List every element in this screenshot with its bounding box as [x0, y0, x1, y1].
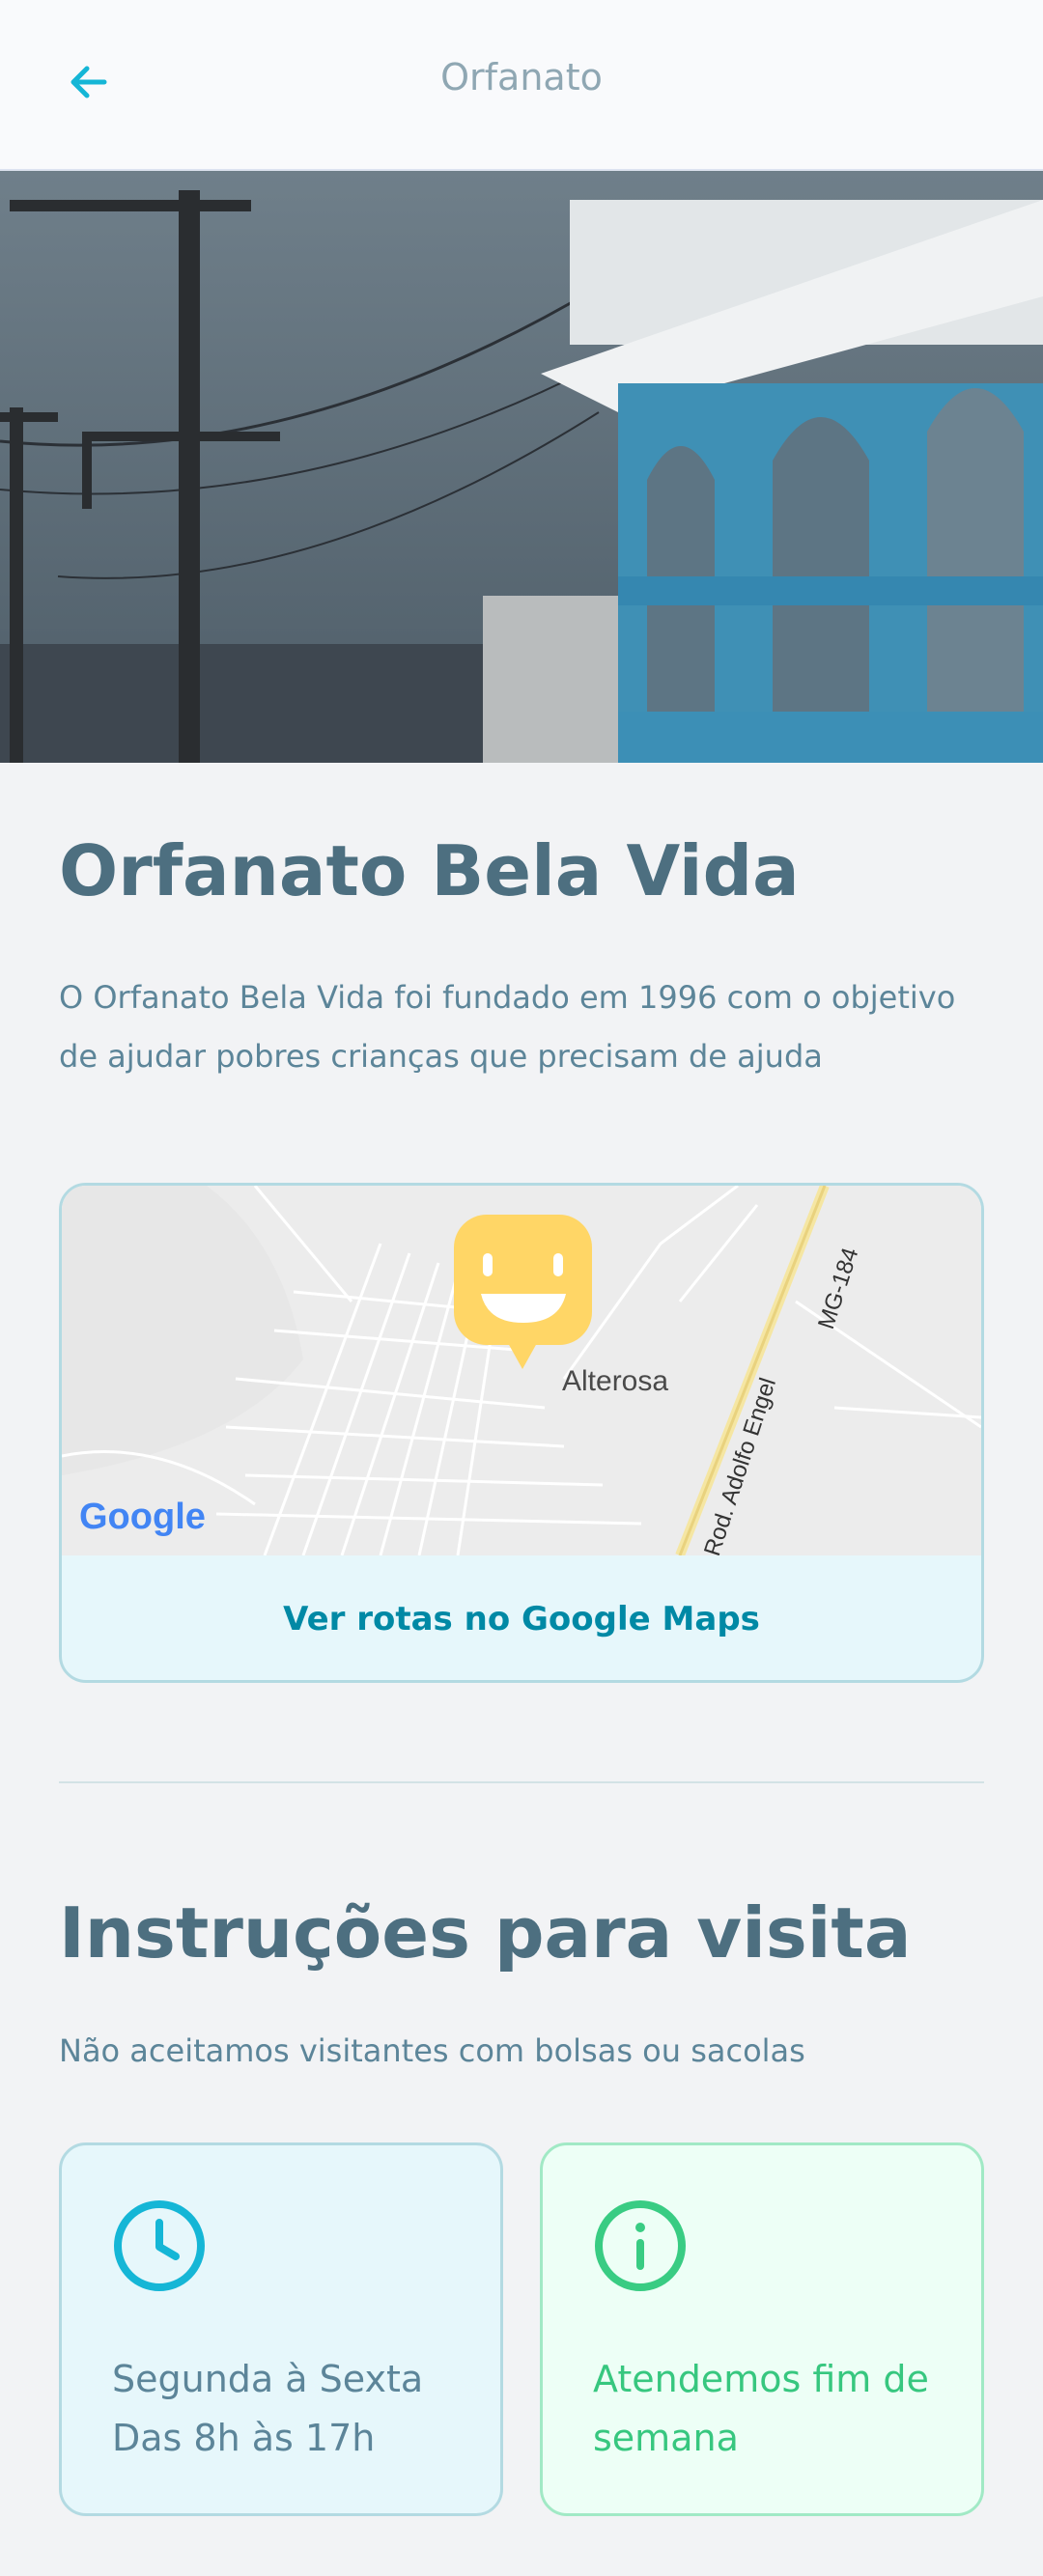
map-view[interactable]: Alterosa Rod. Adolfo Engel MG-184 Google	[62, 1186, 981, 1559]
weekend-text-line2: semana	[593, 2417, 739, 2459]
opening-hours-card: Segunda à Sexta Das 8h às 17h	[59, 2142, 503, 2516]
google-logo: Google	[79, 1497, 206, 1537]
map-card: Alterosa Rod. Adolfo Engel MG-184 Google…	[59, 1183, 984, 1683]
weekend-text-line1: Atendemos fim de	[593, 2358, 929, 2400]
header-title: Orfanato	[440, 56, 603, 98]
opening-hours-time: Das 8h às 17h	[112, 2417, 376, 2459]
clock-icon	[114, 2200, 205, 2291]
opening-hours-days: Segunda à Sexta	[112, 2358, 424, 2400]
google-maps-routes-link[interactable]: Ver rotas no Google Maps	[62, 1555, 981, 1680]
visit-instructions-title: Instruções para visita	[59, 1892, 912, 1974]
orphanage-name: Orfanato Bela Vida	[59, 830, 800, 911]
orphanage-photo	[0, 171, 1043, 763]
section-divider	[59, 1781, 984, 1783]
info-icon	[595, 2200, 686, 2291]
app-header: Orfanato	[0, 0, 1043, 171]
weekend-card: Atendemos fim de semana	[540, 2142, 984, 2516]
map-town-label: Alterosa	[562, 1365, 668, 1397]
visit-instructions-text: Não aceitamos visitantes com bolsas ou s…	[59, 2032, 805, 2069]
orphanage-description: O Orfanato Bela Vida foi fundado em 1996…	[59, 979, 956, 1075]
